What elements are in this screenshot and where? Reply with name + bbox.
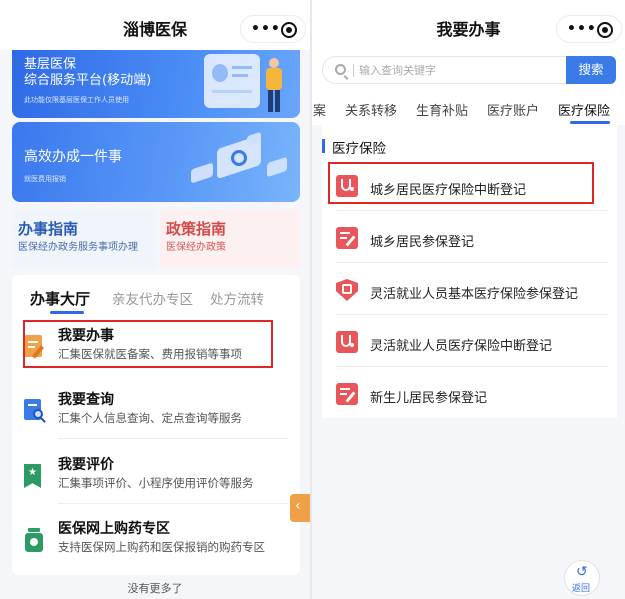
active-tab-indicator [570, 121, 610, 124]
banner-title-line2: 综合服务平台(移动端) [24, 73, 152, 88]
policy-guide-card[interactable]: 政策指南 医保经办政策 [160, 210, 300, 268]
more-icon[interactable]: ••• [251, 21, 281, 37]
person-illustration-icon [264, 58, 284, 114]
banner-subtitle: 此功能仅限基层医保工作人员使用 [24, 96, 129, 104]
miniprogram-capsule[interactable]: ••• [556, 15, 622, 43]
divider [58, 503, 288, 504]
banner-one-thing[interactable]: 高效办成一件事 就医费用报销 [12, 122, 300, 202]
office-guide-subtitle: 医保经办政务服务事项办理 [18, 242, 138, 253]
divider [58, 438, 288, 439]
tab-maternity-subsidy[interactable]: 生育补贴 [416, 100, 468, 119]
service-item-query[interactable]: 我要查询 汇集个人信息查询、定点查询等服务 [24, 383, 288, 439]
close-target-icon[interactable] [281, 22, 297, 38]
office-guide-title: 办事指南 [18, 220, 79, 238]
search-icon [335, 64, 346, 75]
edit-doc-icon [336, 227, 358, 249]
more-icon[interactable]: ••• [567, 21, 597, 37]
tab-prescription[interactable]: 处方流转 [210, 288, 264, 308]
service-title: 医保网上购药专区 [58, 521, 170, 537]
tab-service-hall[interactable]: 办事大厅 [30, 288, 90, 309]
service-item-online-pharmacy[interactable]: 医保网上购药专区 支持医保网上购药和医保报销的购药专区 [24, 512, 288, 568]
banner2-title: 高效办成一件事 [24, 149, 122, 165]
chevron-left-icon: ‹ [295, 498, 301, 514]
list-item[interactable]: 新生儿居民参保登记 [336, 367, 608, 419]
item-label: 城乡居民参保登记 [370, 235, 475, 250]
item-label: 新生儿居民参保登记 [370, 391, 488, 406]
policy-guide-subtitle: 医保经办政策 [166, 242, 226, 253]
highlight-box [23, 320, 273, 368]
isometric-blocks-illustration-icon [187, 130, 292, 196]
list-item[interactable]: 城乡居民参保登记 [336, 211, 608, 263]
list-item[interactable]: 灵活就业人员医疗保险中断登记 [336, 315, 608, 367]
service-title: 我要查询 [58, 392, 114, 408]
handle-affairs-screen: 我要办事 ••• 搜索 案 关系转移 生育补贴 医疗账户 医疗保险 医疗保险 [312, 0, 625, 599]
service-desc: 汇集个人信息查询、定点查询等服务 [58, 411, 242, 425]
banner2-subtitle: 就医费用报销 [24, 175, 66, 183]
navbar: 我要办事 ••• [312, 0, 625, 50]
home-screen: 淄博医保 ••• 基层医保 综合服务平台(移动端) 此功能仅限基层医保工作人员使… [0, 0, 310, 599]
tab-category-truncated[interactable]: 案 [313, 100, 326, 119]
section-marker [322, 139, 325, 153]
search-box[interactable] [322, 56, 566, 84]
list-item[interactable]: 灵活就业人员基本医疗保险参保登记 [336, 263, 608, 315]
back-button[interactable]: ↺ 返回 [564, 560, 600, 596]
service-item-evaluate[interactable]: ★ 我要评价 汇集事项评价、小程序使用评价等服务 [24, 448, 288, 504]
id-card-illustration-icon [204, 54, 260, 108]
search-bar: 搜索 [312, 50, 625, 92]
banner-grassroots-platform[interactable]: 基层医保 综合服务平台(移动端) 此功能仅限基层医保工作人员使用 [12, 50, 300, 118]
miniprogram-capsule[interactable]: ••• [240, 15, 306, 43]
tab-proxy-zone[interactable]: 亲友代办专区 [112, 288, 193, 308]
tab-medical-insurance[interactable]: 医疗保险 [558, 100, 610, 119]
navbar: 淄博医保 ••• [0, 0, 310, 50]
service-desc: 支持医保网上购药和医保报销的购药专区 [58, 540, 265, 554]
search-input[interactable] [359, 60, 559, 80]
search-doc-icon [24, 399, 46, 423]
highlight-box [328, 162, 594, 204]
star-bookmark-icon: ★ [24, 464, 46, 488]
stethoscope-icon [336, 331, 358, 353]
office-guide-card[interactable]: 办事指南 医保经办政务服务事项办理 [12, 210, 156, 268]
tab-relation-transfer[interactable]: 关系转移 [345, 100, 397, 119]
service-desc: 汇集事项评价、小程序使用评价等服务 [58, 476, 254, 490]
section-title: 医疗保险 [332, 141, 386, 157]
tab-medical-account[interactable]: 医疗账户 [487, 100, 539, 119]
edit-doc-icon [336, 383, 358, 405]
policy-guide-title: 政策指南 [166, 220, 227, 238]
medicine-bottle-icon [24, 528, 46, 552]
item-label: 灵活就业人员医疗保险中断登记 [370, 339, 553, 354]
back-arrow-icon: ↺ [576, 564, 588, 580]
collapse-side-tab[interactable]: ‹ [290, 494, 310, 522]
service-title: 我要评价 [58, 457, 114, 473]
item-label: 灵活就业人员基本医疗保险参保登记 [370, 287, 579, 302]
search-button[interactable]: 搜索 [566, 56, 616, 84]
shield-icon [336, 279, 358, 301]
screenshot: 淄博医保 ••• 基层医保 综合服务平台(移动端) 此功能仅限基层医保工作人员使… [0, 0, 625, 599]
back-label: 返回 [572, 584, 591, 594]
search-separator [353, 64, 354, 77]
active-tab-indicator [50, 311, 84, 314]
no-more-text: 没有更多了 [127, 582, 183, 595]
close-target-icon[interactable] [597, 22, 613, 38]
banner-title-line1: 基层医保 [24, 57, 77, 72]
category-tabs: 案 关系转移 生育补贴 医疗账户 医疗保险 [312, 92, 625, 125]
